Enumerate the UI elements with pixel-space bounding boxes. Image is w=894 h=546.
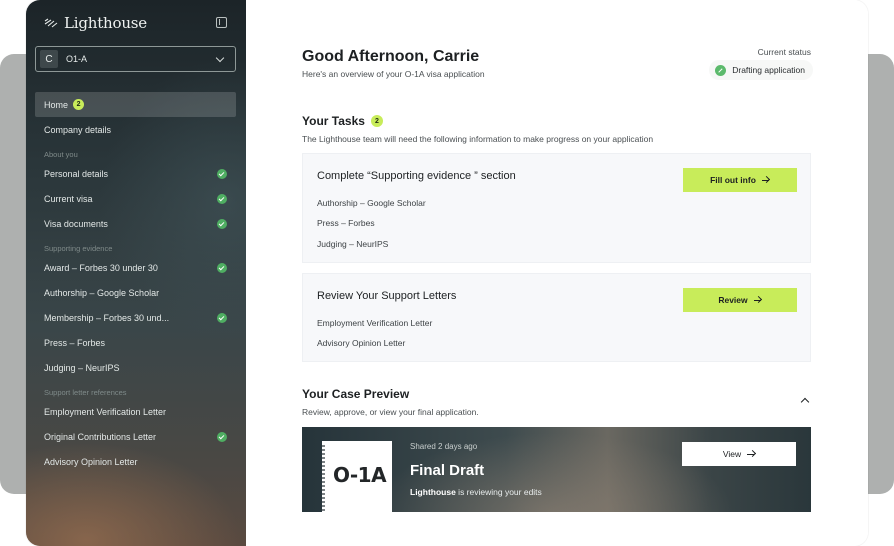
review-button[interactable]: Review <box>683 288 797 312</box>
shared-timestamp: Shared 2 days ago <box>410 442 478 451</box>
case-preview-title: Your Case Preview <box>302 387 410 401</box>
case-preview-heading: Your Case Preview <box>302 387 409 401</box>
home-count-badge: 2 <box>73 99 85 110</box>
draft-title: Final Draft <box>410 462 485 479</box>
sidebar-item-authorship[interactable]: Authorship – Google Scholar <box>35 280 236 305</box>
sidebar-item-label: Personal details <box>44 168 109 179</box>
section-heading-support-letters: Support letter references <box>44 388 127 397</box>
collapse-sidebar-icon[interactable] <box>216 17 227 28</box>
task-item: Authorship – Google Scholar <box>317 198 426 208</box>
main-content: Good Afternoon, Carrie Here's an overvie… <box>246 0 868 546</box>
sidebar-item-contributions-letter[interactable]: Original Contributions Letter <box>35 424 236 449</box>
chevron-down-icon <box>215 53 225 62</box>
view-button[interactable]: View <box>682 442 796 466</box>
selector-label: O1-A <box>66 54 88 64</box>
sidebar-item-personal-details[interactable]: Personal details <box>35 161 236 186</box>
sidebar-item-judging[interactable]: Judging – NeurIPS <box>35 355 236 380</box>
sidebar-item-label: Original Contributions Letter <box>44 431 157 442</box>
application-selector[interactable]: C O1-A <box>35 46 236 72</box>
final-draft-card: O-1A Shared 2 days ago Final Draft Light… <box>302 427 811 512</box>
task-item: Press – Forbes <box>317 218 375 228</box>
pencil-icon <box>715 64 727 76</box>
selector-avatar: C <box>40 50 58 68</box>
sidebar-item-award[interactable]: Award – Forbes 30 under 30 <box>35 255 236 280</box>
check-circle-icon <box>217 218 227 229</box>
sidebar-item-label: Authorship – Google Scholar <box>44 287 160 298</box>
brand-name: Lighthouse <box>64 14 147 32</box>
case-preview-subtitle: Review, approve, or view your final appl… <box>302 407 479 417</box>
document-label: O-1A <box>333 463 387 487</box>
sidebar-item-label: Current visa <box>44 193 93 204</box>
draft-note-text: is reviewing your edits <box>455 487 542 497</box>
task-title: Complete “Supporting evidence ” section <box>317 170 516 182</box>
check-circle-icon <box>217 312 227 323</box>
sidebar-item-press[interactable]: Press – Forbes <box>35 330 236 355</box>
chevron-up-icon[interactable] <box>800 397 810 407</box>
sidebar-item-label: Advisory Opinion Letter <box>44 456 138 467</box>
sidebar-item-label: Press – Forbes <box>44 337 106 348</box>
check-circle-icon <box>217 168 227 179</box>
sidebar-nav: Home 2 Company details About you Persona… <box>35 92 236 474</box>
sidebar-item-label: Company details <box>44 124 112 135</box>
sidebar-item-company-details[interactable]: Company details <box>35 117 236 142</box>
brand[interactable]: Lighthouse <box>44 14 147 32</box>
button-label: Fill out info <box>710 175 756 185</box>
status-label: Current status <box>757 47 811 57</box>
sidebar-item-label: Visa documents <box>44 218 108 229</box>
check-circle-icon <box>217 262 227 273</box>
sidebar-item-home[interactable]: Home 2 <box>35 92 236 117</box>
button-label: Review <box>718 295 748 305</box>
sidebar-item-label: Judging – NeurIPS <box>44 362 120 373</box>
task-card-supporting-evidence: Complete “Supporting evidence ” section … <box>302 153 811 263</box>
tasks-heading: Your Tasks 2 <box>302 114 383 128</box>
task-item: Employment Verification Letter <box>317 318 433 328</box>
sidebar-item-label: Home <box>44 99 69 110</box>
task-item: Judging – NeurIPS <box>317 239 389 249</box>
section-heading-about-you: About you <box>44 150 78 159</box>
document-thumbnail[interactable]: O-1A <box>322 441 392 512</box>
sidebar-item-employment-letter[interactable]: Employment Verification Letter <box>35 399 236 424</box>
arrow-right-icon <box>761 176 770 184</box>
sidebar-item-label: Employment Verification Letter <box>44 406 167 417</box>
page-title: Good Afternoon, Carrie <box>302 48 480 65</box>
section-heading-supporting-evidence: Supporting evidence <box>44 244 113 253</box>
page-subtitle: Here's an overview of your O-1A visa app… <box>302 69 485 79</box>
task-title: Review Your Support Letters <box>317 290 457 302</box>
sidebar-item-current-visa[interactable]: Current visa <box>35 186 236 211</box>
sidebar: Lighthouse C O1-A Home 2 Company details… <box>26 0 246 546</box>
task-card-support-letters: Review Your Support Letters Employment V… <box>302 273 811 362</box>
sidebar-item-visa-documents[interactable]: Visa documents <box>35 211 236 236</box>
sidebar-item-advisory-letter[interactable]: Advisory Opinion Letter <box>35 449 236 474</box>
tasks-title: Your Tasks <box>302 114 365 128</box>
task-item: Advisory Opinion Letter <box>317 338 406 348</box>
arrow-right-icon <box>747 450 755 458</box>
check-circle-icon <box>217 431 227 442</box>
button-label: View <box>722 449 742 459</box>
tasks-subtitle: The Lighthouse team will need the follow… <box>302 134 654 144</box>
app-window: Lighthouse C O1-A Home 2 Company details… <box>26 0 868 546</box>
sidebar-item-label: Award – Forbes 30 under 30 <box>44 262 158 273</box>
check-circle-icon <box>217 193 227 204</box>
tasks-count-badge: 2 <box>370 115 383 127</box>
draft-note: Lighthouse is reviewing your edits <box>410 487 542 497</box>
arrow-right-icon <box>753 296 762 304</box>
lighthouse-logo-icon <box>44 18 58 28</box>
status-badge: Drafting application <box>709 60 813 80</box>
status-value: Drafting application <box>732 65 805 75</box>
spiral-binding <box>322 445 325 511</box>
draft-note-org: Lighthouse <box>410 487 456 497</box>
fill-out-info-button[interactable]: Fill out info <box>683 168 797 192</box>
sidebar-item-membership[interactable]: Membership – Forbes 30 und... <box>35 305 236 330</box>
sidebar-item-label: Membership – Forbes 30 und... <box>44 312 170 323</box>
